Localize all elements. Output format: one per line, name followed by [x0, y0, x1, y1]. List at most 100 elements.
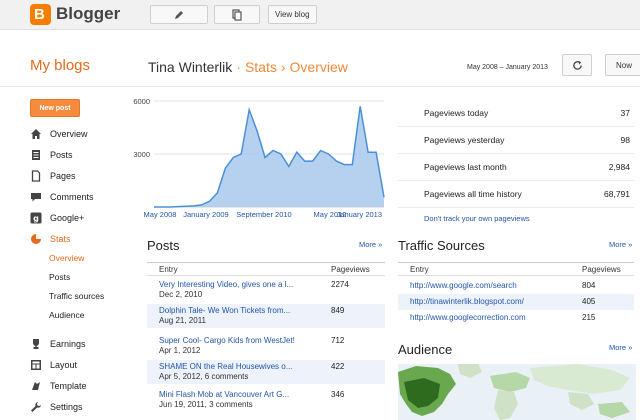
- stat-row: Pageviews yesterday 98: [398, 127, 634, 154]
- comments-icon: [30, 191, 42, 203]
- sidebar-item-label: Comments: [50, 192, 94, 202]
- audience-more-link[interactable]: More »: [609, 343, 632, 352]
- table-row: Super Cool- Cargo Kids from WestJet! Apr…: [147, 334, 385, 358]
- traffic-views: 804: [582, 281, 596, 290]
- stats-icon: [30, 233, 42, 245]
- posts-table: Entry Pageviews Very Interesting Video, …: [147, 262, 385, 420]
- stat-value: 98: [620, 135, 630, 145]
- sidebar-sub-posts[interactable]: Posts: [49, 270, 70, 284]
- sidebar-item-template[interactable]: Template: [30, 378, 87, 394]
- traffic-link[interactable]: http://tinawinterlik.blogspot.com/: [410, 297, 524, 306]
- post-date: Apr 5, 2012, 6 comments: [159, 372, 249, 381]
- google-plus-icon: g: [30, 212, 42, 224]
- post-link[interactable]: Super Cool- Cargo Kids from WestJet!: [159, 336, 295, 345]
- sidebar-item-label: Pages: [50, 171, 76, 181]
- post-views: 849: [331, 306, 345, 315]
- blogger-logo-icon[interactable]: B: [30, 4, 51, 25]
- traffic-link[interactable]: http://www.googlecorrection.com: [410, 313, 526, 322]
- documents-icon: [232, 8, 242, 21]
- stat-value: 37: [620, 108, 630, 118]
- sidebar-item-pages[interactable]: Pages: [30, 168, 76, 184]
- post-link[interactable]: Mini Flash Mob at Vancouver Art G...: [159, 390, 289, 399]
- post-date: Jun 19, 2011, 3 comments: [159, 400, 253, 409]
- post-views: 2274: [331, 280, 349, 289]
- breadcrumb-stats[interactable]: Stats: [245, 59, 277, 75]
- post-views: 346: [331, 390, 345, 399]
- table-row: SHAME ON the Real Housewives o... Apr 5,…: [147, 360, 385, 384]
- table-header: Entry Pageviews: [147, 262, 385, 276]
- post-date: Dec 2, 2010: [159, 290, 203, 299]
- trophy-icon: [30, 338, 42, 350]
- post-date: Aug 21, 2011: [159, 316, 207, 325]
- col-entry: Entry: [410, 265, 429, 274]
- dont-track-link[interactable]: Don't track your own pageviews: [424, 214, 530, 223]
- chart-area: [154, 106, 384, 207]
- traffic-more-link[interactable]: More »: [609, 240, 632, 249]
- pageviews-chart[interactable]: 6000 3000 May 2008 January 2009 September 20…: [126, 95, 388, 223]
- post-date: Apr 1, 2012: [159, 346, 201, 355]
- post-views: 422: [331, 362, 345, 371]
- breadcrumb-separator: ›: [280, 59, 286, 75]
- wrench-icon: [30, 401, 42, 413]
- sidebar-sub-audience[interactable]: Audience: [49, 308, 84, 322]
- table-row: Very Interesting Video, gives one a l...…: [147, 278, 385, 302]
- sidebar-item-overview[interactable]: Overview: [30, 126, 88, 142]
- world-map-icon: [398, 364, 630, 420]
- now-button[interactable]: Now: [605, 54, 640, 76]
- posts-more-link[interactable]: More »: [359, 240, 382, 249]
- table-row: http://tinawinterlik.blogspot.com/ 405: [398, 294, 634, 310]
- chart-x-tick: September 2010: [236, 210, 291, 219]
- sidebar-item-google-plus[interactable]: g Google+: [30, 210, 84, 226]
- sidebar-item-posts[interactable]: Posts: [30, 147, 73, 163]
- my-blogs-link[interactable]: My blogs: [30, 57, 90, 75]
- audience-map[interactable]: [398, 364, 636, 420]
- page-header: My blogs Tina Winterlik · Stats › Overview M…: [0, 31, 640, 87]
- sidebar-item-settings[interactable]: Settings: [30, 399, 83, 415]
- sidebar-sub-traffic-sources[interactable]: Traffic sources: [49, 289, 104, 303]
- breadcrumb: Tina Winterlik · Stats › Overview: [148, 58, 348, 76]
- stat-label: Pageviews last month: [424, 162, 507, 172]
- col-pageviews: Pageviews: [582, 265, 621, 274]
- sidebar-item-comments[interactable]: Comments: [30, 189, 94, 205]
- sidebar-item-label: Overview: [50, 129, 88, 139]
- traffic-table: Entry Pageviews http://www.google.com/se…: [398, 262, 634, 332]
- post-views: 712: [331, 336, 345, 345]
- post-link[interactable]: SHAME ON the Real Housewives o...: [159, 362, 292, 371]
- new-post-button[interactable]: New post: [30, 99, 80, 117]
- stat-value: 68,791: [604, 189, 630, 199]
- post-link[interactable]: Dolphin Tale- We Won Tickets from...: [159, 306, 290, 315]
- refresh-icon: [572, 60, 582, 70]
- table-row: http://www.google.com/search 804: [398, 278, 634, 294]
- date-range: May 2008 – January 2013: [467, 64, 548, 71]
- view-blog-button[interactable]: View blog: [268, 5, 317, 24]
- table-row: Mini Flash Mob at Vancouver Art G... Jun…: [147, 388, 385, 412]
- stat-value: 2,984: [608, 162, 630, 172]
- stat-label: Pageviews all time history: [424, 189, 522, 199]
- refresh-button[interactable]: [562, 54, 592, 76]
- stat-row: Pageviews all time history 68,791: [398, 181, 634, 208]
- table-row: http://www.googlecorrection.com 215: [398, 310, 634, 326]
- sidebar-sub-overview[interactable]: Overview: [49, 251, 84, 265]
- view-posts-button[interactable]: [214, 5, 260, 24]
- layout-icon: [30, 359, 42, 371]
- sidebar-item-earnings[interactable]: Earnings: [30, 336, 86, 352]
- edit-post-button[interactable]: [150, 5, 208, 24]
- chart-x-tick: May 2008: [144, 210, 177, 219]
- traffic-link[interactable]: http://www.google.com/search: [410, 281, 517, 290]
- sidebar-item-label: Settings: [50, 402, 83, 412]
- sidebar-item-label: Google+: [50, 213, 85, 223]
- post-link[interactable]: Very Interesting Video, gives one a l...: [159, 280, 293, 289]
- chart-y-tick: 6000: [133, 97, 150, 106]
- audience-title: Audience: [398, 342, 453, 357]
- col-pageviews: Pageviews: [331, 265, 370, 274]
- breadcrumb-blog[interactable]: Tina Winterlik: [148, 59, 232, 75]
- table-header: Entry Pageviews: [398, 262, 634, 276]
- template-icon: [30, 380, 42, 392]
- chart-x-tick: January 2013: [337, 210, 382, 219]
- col-entry: Entry: [159, 265, 178, 274]
- brand-name[interactable]: Blogger: [56, 4, 120, 24]
- posts-title: Posts: [147, 238, 180, 253]
- chart-y-tick: 3000: [133, 150, 150, 159]
- sidebar-item-layout[interactable]: Layout: [30, 357, 77, 373]
- sidebar-item-stats[interactable]: Stats: [30, 231, 71, 247]
